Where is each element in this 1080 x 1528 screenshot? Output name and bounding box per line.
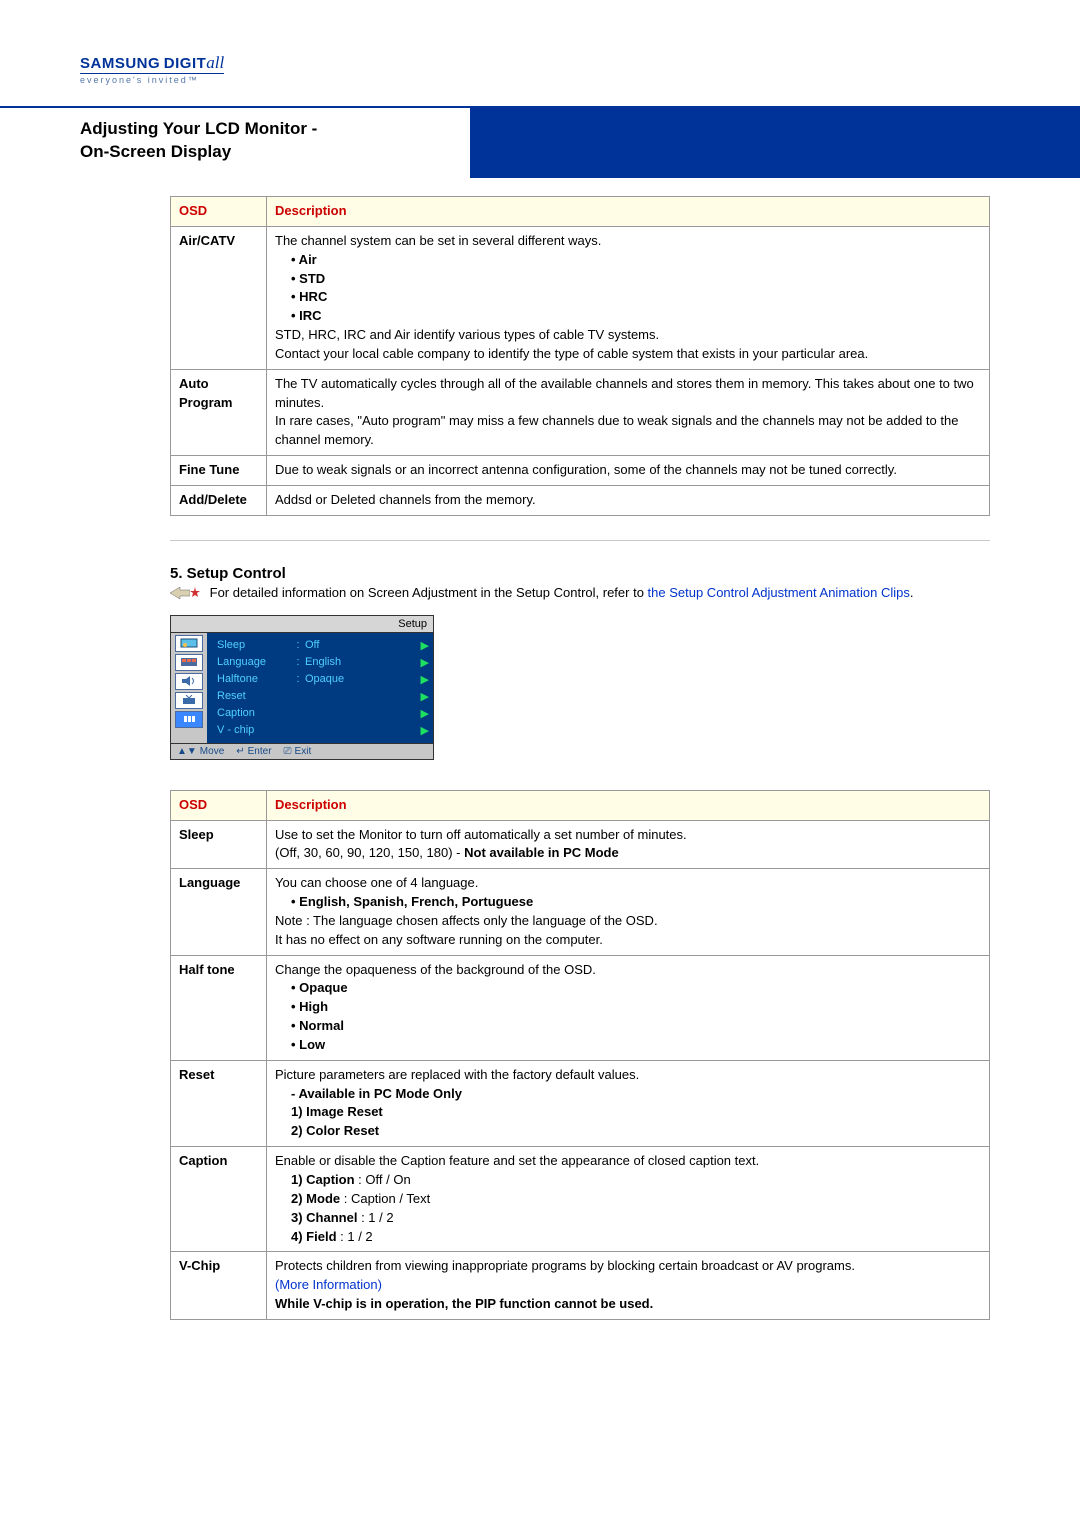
- cell-osd: Reset: [171, 1060, 267, 1146]
- cell-desc: Picture parameters are replaced with the…: [267, 1060, 990, 1146]
- table-row: Language You can choose one of 4 languag…: [171, 869, 990, 955]
- table-row: Auto Program The TV automatically cycles…: [171, 369, 990, 455]
- cell-desc: Enable or disable the Caption feature an…: [267, 1147, 990, 1252]
- cell-osd: Air/CATV: [171, 226, 267, 369]
- th-desc: Description: [267, 790, 990, 820]
- pip-icon: [175, 654, 203, 671]
- setup-lead: For detailed information on Screen Adjus…: [170, 584, 990, 603]
- th-osd: OSD: [171, 197, 267, 227]
- table-row: Reset Picture parameters are replaced wi…: [171, 1060, 990, 1146]
- sound-icon: [175, 673, 203, 690]
- osd-hints: ▲▼Move ↵Enter ⎚Exit: [171, 743, 433, 759]
- th-osd: OSD: [171, 790, 267, 820]
- page-title: Adjusting Your LCD Monitor - On-Screen D…: [80, 114, 470, 168]
- cell-osd: Add/Delete: [171, 485, 267, 515]
- setup-icon: [175, 711, 203, 728]
- setup-osd-screenshot: Setup Sleep:Off▶ Language:English▶ Halft…: [170, 615, 434, 760]
- table-row: Fine Tune Due to weak signals or an inco…: [171, 456, 990, 486]
- more-information-link[interactable]: (More Information): [275, 1277, 382, 1292]
- updown-icon: ▲▼: [177, 746, 197, 757]
- osd-row: Caption▶: [217, 705, 429, 722]
- page-title-line2: On-Screen Display: [80, 141, 470, 164]
- cell-osd: Half tone: [171, 955, 267, 1060]
- table-row: Half tone Change the opaqueness of the b…: [171, 955, 990, 1060]
- cell-desc: Protects children from viewing inappropr…: [267, 1252, 990, 1320]
- osd-menu: Sleep:Off▶ Language:English▶ Halftone:Op…: [207, 633, 433, 743]
- table-row: Sleep Use to set the Monitor to turn off…: [171, 820, 990, 869]
- osd-side-icons: [171, 633, 207, 743]
- arrow-right-icon: ▶: [421, 656, 429, 669]
- cell-osd: V-Chip: [171, 1252, 267, 1320]
- setup-clips-link[interactable]: the Setup Control Adjustment Animation C…: [648, 585, 910, 600]
- brand-logo-area: SAMSUNG DIGITall everyone's invited™: [0, 25, 1080, 96]
- arrow-right-icon: ▶: [421, 690, 429, 703]
- arrow-right-icon: ▶: [421, 724, 429, 737]
- table-row: Caption Enable or disable the Caption fe…: [171, 1147, 990, 1252]
- cell-desc: Use to set the Monitor to turn off autom…: [267, 820, 990, 869]
- osd-row: Sleep:Off▶: [217, 637, 429, 654]
- brand-italic: all: [206, 53, 224, 72]
- content: OSD Description Air/CATV The channel sys…: [0, 184, 1080, 1374]
- arrow-right-icon: ▶: [421, 639, 429, 652]
- th-desc: Description: [267, 197, 990, 227]
- exit-icon: ⎚: [284, 746, 292, 757]
- cell-desc: Addsd or Deleted channels from the memor…: [267, 485, 990, 515]
- cell-desc: Change the opaqueness of the background …: [267, 955, 990, 1060]
- cell-osd: Language: [171, 869, 267, 955]
- osd-row: Language:English▶: [217, 654, 429, 671]
- cell-osd: Fine Tune: [171, 456, 267, 486]
- enter-icon: ↵: [236, 746, 244, 757]
- osd-row: Halftone:Opaque▶: [217, 671, 429, 688]
- hint-move: ▲▼Move: [177, 746, 224, 757]
- table-row: Air/CATV The channel system can be set i…: [171, 226, 990, 369]
- arrow-icon: [170, 587, 190, 600]
- hint-exit: ⎚Exit: [284, 746, 312, 757]
- brand-suffix: DIGIT: [164, 55, 207, 72]
- cell-osd: Caption: [171, 1147, 267, 1252]
- arrow-right-icon: ▶: [421, 673, 429, 686]
- page-title-line1: Adjusting Your LCD Monitor -: [80, 118, 470, 141]
- cell-desc: You can choose one of 4 language. • Engl…: [267, 869, 990, 955]
- hint-enter: ↵Enter: [236, 746, 271, 757]
- cell-desc: The TV automatically cycles through all …: [267, 369, 990, 455]
- cell-desc: Due to weak signals or an incorrect ante…: [267, 456, 990, 486]
- brand-name: SAMSUNG: [80, 55, 160, 72]
- table-channel-osd: OSD Description Air/CATV The channel sys…: [170, 196, 990, 516]
- osd-row: Reset▶: [217, 688, 429, 705]
- brand-logo: SAMSUNG DIGITall everyone's invited™: [80, 53, 224, 85]
- title-band-blue: [470, 108, 1080, 178]
- cell-desc: The channel system can be set in several…: [267, 226, 990, 369]
- brand-tagline: everyone's invited™: [80, 73, 224, 85]
- header-spacer: [0, 0, 1080, 25]
- table-row: V-Chip Protects children from viewing in…: [171, 1252, 990, 1320]
- divider: [170, 540, 990, 541]
- table-setup-osd: OSD Description Sleep Use to set the Mon…: [170, 790, 990, 1320]
- setup-heading: 5. Setup Control: [170, 565, 990, 582]
- title-band: Adjusting Your LCD Monitor - On-Screen D…: [0, 106, 1080, 178]
- star-icon: [190, 587, 200, 600]
- channel-icon: [175, 692, 203, 709]
- osd-title: Setup: [171, 616, 433, 633]
- cell-osd: Auto Program: [171, 369, 267, 455]
- picture-icon: [175, 635, 203, 652]
- table-row: Add/Delete Addsd or Deleted channels fro…: [171, 485, 990, 515]
- cell-osd: Sleep: [171, 820, 267, 869]
- lead-icons: [170, 584, 200, 603]
- arrow-right-icon: ▶: [421, 707, 429, 720]
- osd-row: V - chip▶: [217, 722, 429, 739]
